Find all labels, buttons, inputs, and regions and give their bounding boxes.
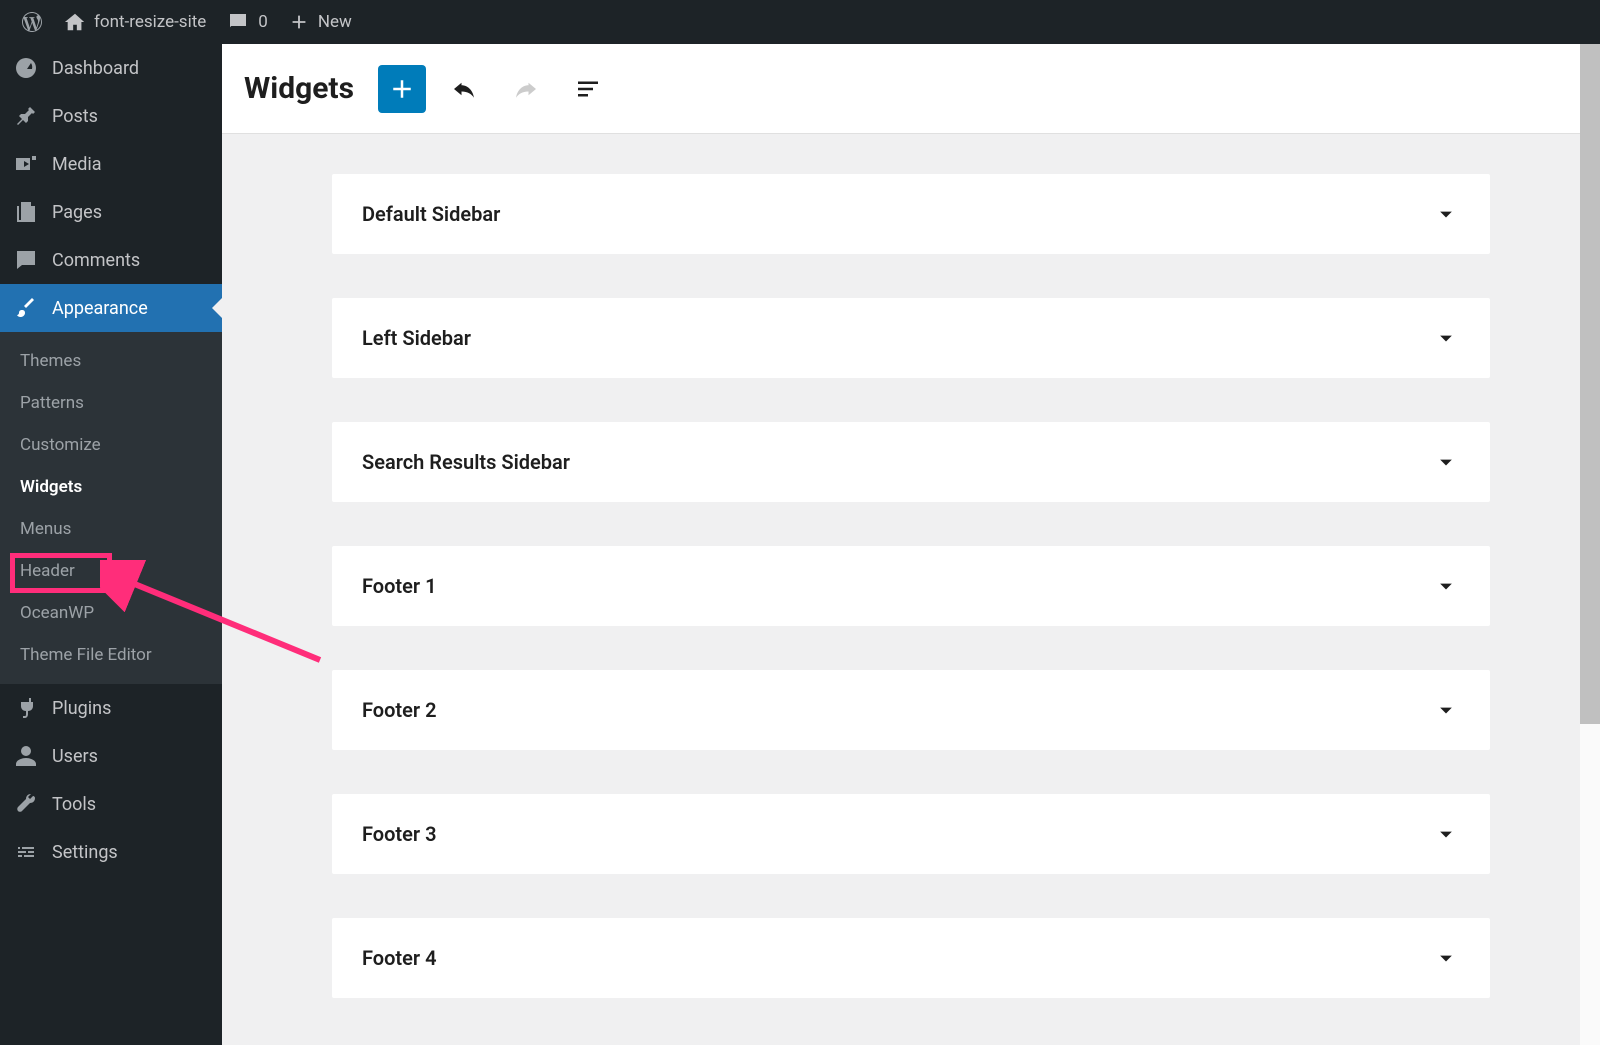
widget-areas-list: Default Sidebar Left Sidebar Search Resu… <box>222 134 1600 1038</box>
scrollbar-thumb[interactable] <box>1580 44 1600 724</box>
sidebar-item-media[interactable]: Media <box>0 140 222 188</box>
widget-area-title: Search Results Sidebar <box>362 450 570 474</box>
submenu-item-customize[interactable]: Customize <box>0 424 222 466</box>
widget-area-default-sidebar[interactable]: Default Sidebar <box>332 174 1490 254</box>
redo-icon <box>511 74 541 104</box>
widget-area-title: Footer 4 <box>362 946 437 970</box>
dashboard-icon <box>14 56 38 80</box>
editor-header: Widgets <box>222 44 1600 134</box>
plug-icon <box>14 696 38 720</box>
comment-icon <box>14 248 38 272</box>
sidebar-item-label: Tools <box>52 794 96 815</box>
submenu-item-themes[interactable]: Themes <box>0 340 222 382</box>
sidebar-item-settings[interactable]: Settings <box>0 828 222 876</box>
widget-area-title: Footer 2 <box>362 698 437 722</box>
brush-icon <box>14 296 38 320</box>
widget-area-title: Footer 1 <box>362 574 437 598</box>
admin-bar: font-resize-site 0 New <box>0 0 1600 44</box>
list-view-icon <box>573 74 603 104</box>
new-content-link[interactable]: New <box>278 0 362 44</box>
sidebar-item-label: Appearance <box>52 298 148 319</box>
submenu-item-widgets[interactable]: Widgets <box>0 466 222 508</box>
sidebar-item-label: Comments <box>52 250 140 271</box>
pin-icon <box>14 104 38 128</box>
pages-icon <box>14 200 38 224</box>
chevron-down-icon <box>1432 820 1460 848</box>
submenu-item-patterns[interactable]: Patterns <box>0 382 222 424</box>
admin-sidebar: Dashboard Posts Media Pages Comments App… <box>0 44 222 1045</box>
chevron-down-icon <box>1432 696 1460 724</box>
widget-area-left-sidebar[interactable]: Left Sidebar <box>332 298 1490 378</box>
widget-area-title: Default Sidebar <box>362 202 500 226</box>
comment-count: 0 <box>258 12 268 32</box>
widget-area-footer-4[interactable]: Footer 4 <box>332 918 1490 998</box>
widget-area-title: Left Sidebar <box>362 326 471 350</box>
sidebar-item-plugins[interactable]: Plugins <box>0 684 222 732</box>
site-name: font-resize-site <box>94 12 206 32</box>
site-home-link[interactable]: font-resize-site <box>54 0 216 44</box>
widget-area-search-results-sidebar[interactable]: Search Results Sidebar <box>332 422 1490 502</box>
user-icon <box>14 744 38 768</box>
chevron-down-icon <box>1432 572 1460 600</box>
new-label: New <box>318 12 352 32</box>
sidebar-item-appearance[interactable]: Appearance <box>0 284 222 332</box>
wrench-icon <box>14 792 38 816</box>
chevron-down-icon <box>1432 944 1460 972</box>
sidebar-item-label: Media <box>52 154 102 175</box>
appearance-submenu: Themes Patterns Customize Widgets Menus … <box>0 332 222 684</box>
sidebar-item-label: Posts <box>52 106 98 127</box>
sidebar-item-label: Settings <box>52 842 118 863</box>
sidebar-item-label: Pages <box>52 202 102 223</box>
main-content: Widgets Default Sidebar Left Sidebar Sea… <box>222 44 1600 1045</box>
chevron-down-icon <box>1432 324 1460 352</box>
editor-title: Widgets <box>244 71 354 106</box>
submenu-item-header[interactable]: Header <box>0 550 222 592</box>
undo-icon <box>449 74 479 104</box>
plus-icon <box>387 74 417 104</box>
sidebar-item-comments[interactable]: Comments <box>0 236 222 284</box>
chevron-down-icon <box>1432 200 1460 228</box>
undo-button[interactable] <box>440 65 488 113</box>
widget-area-title: Footer 3 <box>362 822 437 846</box>
comments-link[interactable]: 0 <box>216 0 278 44</box>
widget-area-footer-2[interactable]: Footer 2 <box>332 670 1490 750</box>
sidebar-item-label: Dashboard <box>52 58 139 79</box>
redo-button[interactable] <box>502 65 550 113</box>
widget-area-footer-3[interactable]: Footer 3 <box>332 794 1490 874</box>
sidebar-item-label: Plugins <box>52 698 111 719</box>
submenu-item-theme-file-editor[interactable]: Theme File Editor <box>0 634 222 676</box>
submenu-item-oceanwp[interactable]: OceanWP <box>0 592 222 634</box>
sidebar-item-tools[interactable]: Tools <box>0 780 222 828</box>
media-icon <box>14 152 38 176</box>
sidebar-item-pages[interactable]: Pages <box>0 188 222 236</box>
scrollbar[interactable] <box>1580 44 1600 1045</box>
chevron-down-icon <box>1432 448 1460 476</box>
sidebar-item-label: Users <box>52 746 98 767</box>
sidebar-item-dashboard[interactable]: Dashboard <box>0 44 222 92</box>
settings-icon <box>14 840 38 864</box>
widget-area-footer-1[interactable]: Footer 1 <box>332 546 1490 626</box>
sidebar-item-users[interactable]: Users <box>0 732 222 780</box>
submenu-item-menus[interactable]: Menus <box>0 508 222 550</box>
add-block-button[interactable] <box>378 65 426 113</box>
sidebar-item-posts[interactable]: Posts <box>0 92 222 140</box>
list-view-button[interactable] <box>564 65 612 113</box>
wp-logo[interactable] <box>10 0 54 44</box>
